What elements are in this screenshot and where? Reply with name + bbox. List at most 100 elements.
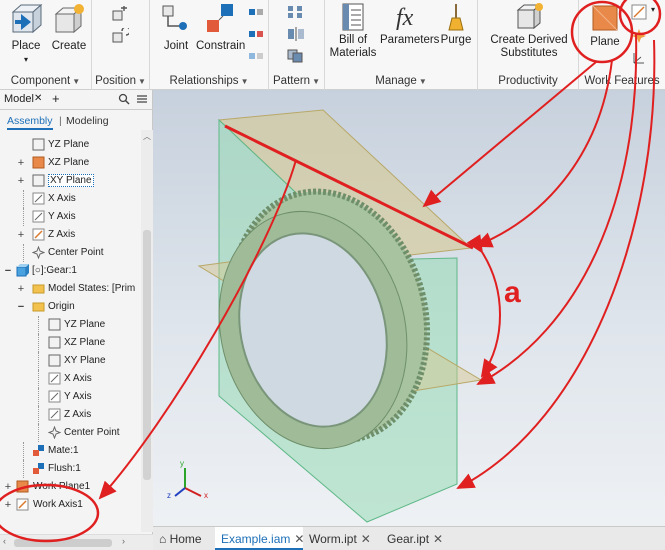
move-component-icon[interactable] xyxy=(111,6,129,25)
tree-row[interactable]: Z Axis xyxy=(0,406,140,424)
purge-label: Purge xyxy=(440,34,472,46)
hide-all-icon[interactable] xyxy=(248,49,264,66)
tree-expander[interactable]: − xyxy=(16,301,26,313)
plane-button[interactable]: Plane xyxy=(583,2,627,49)
tab-worm-ipt[interactable]: Worm.ipt ✕ xyxy=(307,527,383,550)
tree-row[interactable]: Flush:1 xyxy=(0,460,140,478)
tree-guide xyxy=(38,334,39,352)
mirror-icon[interactable] xyxy=(287,27,305,44)
place-icon xyxy=(11,3,43,34)
panel-title-manage[interactable]: Manage ▼ xyxy=(325,75,477,87)
panel-title-productivity[interactable]: Productivity xyxy=(478,75,578,87)
scroll-right-icon[interactable]: › xyxy=(122,536,125,546)
tree-row[interactable]: XY Plane xyxy=(0,352,140,370)
tree-row[interactable]: + Work Plane1 xyxy=(0,478,140,496)
svg-text:fx: fx xyxy=(396,5,414,31)
create-derived-substitutes-button[interactable]: Create Derived Substitutes xyxy=(482,2,576,60)
work-point-icon[interactable] xyxy=(631,28,647,47)
tree-row[interactable]: X Axis xyxy=(0,370,140,388)
bill-of-materials-button[interactable]: Bill of Materials xyxy=(329,2,377,60)
tree-row[interactable]: + XY Plane xyxy=(0,172,140,190)
work-plane-icon xyxy=(16,480,29,493)
plane-icon xyxy=(48,354,61,367)
folder-icon xyxy=(32,282,45,295)
scroll-thumb[interactable] xyxy=(143,230,151,480)
tab-assembly[interactable]: Assembly xyxy=(7,115,53,130)
tree-expander[interactable]: − xyxy=(3,265,13,277)
tab-model[interactable]: Model xyxy=(4,93,34,105)
panel-title-work-features[interactable]: Work Features xyxy=(579,75,665,87)
tree-expander[interactable]: + xyxy=(16,157,26,169)
tab-modeling[interactable]: Modeling xyxy=(66,115,109,127)
tree-row[interactable]: YZ Plane xyxy=(0,136,140,154)
close-icon[interactable]: ✕ xyxy=(294,532,304,546)
scroll-up-icon[interactable]: ︿ xyxy=(143,131,151,142)
close-icon[interactable]: ✕ xyxy=(361,532,371,546)
chevron-down-icon[interactable]: ▾ xyxy=(651,5,655,14)
tab-example-iam[interactable]: Example.iam ✕ xyxy=(215,527,304,550)
tree-row[interactable]: Y Axis xyxy=(0,208,140,226)
scroll-thumb[interactable] xyxy=(14,539,112,547)
ucs-icon[interactable] xyxy=(631,50,647,69)
axis-icon xyxy=(32,210,45,223)
tree-row[interactable]: + Model States: [Prim xyxy=(0,280,140,298)
tree-row[interactable]: Center Point xyxy=(0,424,140,442)
constraint-icon xyxy=(32,444,45,457)
copy-icon[interactable] xyxy=(287,49,305,66)
panel-title-pattern[interactable]: Pattern ▼ xyxy=(269,75,324,87)
pattern-icon[interactable] xyxy=(287,5,305,22)
add-tab-icon[interactable]: + xyxy=(52,91,60,106)
scroll-left-icon[interactable]: ‹ xyxy=(3,536,6,546)
tree-row[interactable]: Mate:1 xyxy=(0,442,140,460)
work-axis-icon[interactable] xyxy=(631,4,649,23)
tree-row-label: XY Plane xyxy=(48,174,94,187)
close-icon[interactable]: ✕ xyxy=(433,532,443,546)
tree-row-label: Work Plane1 xyxy=(33,481,91,492)
panel-title-relationships[interactable]: Relationships ▼ xyxy=(150,75,268,87)
cds-label-line2: Substitutes xyxy=(500,47,558,59)
tree-expander[interactable]: + xyxy=(16,283,26,295)
parameters-button[interactable]: fx Parameters xyxy=(380,2,439,47)
create-button[interactable]: Create xyxy=(50,2,88,53)
close-icon[interactable]: ✕ xyxy=(34,93,42,104)
tree-expander[interactable]: + xyxy=(16,229,26,241)
show-constraints-icon[interactable] xyxy=(248,5,264,22)
tree-row[interactable]: + Work Axis1 xyxy=(0,496,140,514)
constrain-label: Constrain xyxy=(196,40,246,52)
tree-row[interactable]: − [○]:Gear:1 xyxy=(0,262,140,280)
tab-gear-ipt[interactable]: Gear.ipt ✕ xyxy=(385,527,461,550)
tree-row[interactable]: Center Point xyxy=(0,244,140,262)
tree-guide xyxy=(38,316,39,334)
rotate-component-icon[interactable] xyxy=(111,26,131,47)
purge-button[interactable]: Purge xyxy=(439,2,473,47)
tree-row-label: XY Plane xyxy=(64,355,106,366)
panel-component: Place ▾ Create Component ▼ xyxy=(0,0,92,90)
search-icon[interactable] xyxy=(118,93,130,108)
bill-of-materials-icon xyxy=(342,3,364,31)
constrain-button[interactable]: Constrain xyxy=(196,2,246,53)
tree-row[interactable]: + Z Axis xyxy=(0,226,140,244)
tree-expander[interactable]: + xyxy=(3,481,13,493)
tree-row[interactable]: YZ Plane xyxy=(0,316,140,334)
tree-row[interactable]: Y Axis xyxy=(0,388,140,406)
graphics-viewport[interactable]: y x z xyxy=(153,90,665,526)
place-button[interactable]: Place ▾ xyxy=(4,2,48,66)
tree-row-label: Work Axis1 xyxy=(33,499,83,510)
panel-title-component[interactable]: Component ▼ xyxy=(0,75,91,87)
tab-label: Example.iam xyxy=(221,532,291,546)
tree-row[interactable]: X Axis xyxy=(0,190,140,208)
tree-row[interactable]: + XZ Plane xyxy=(0,154,140,172)
joint-button[interactable]: Joint xyxy=(156,2,196,53)
tree-horizontal-scrollbar[interactable]: ‹ › xyxy=(0,534,153,550)
tree-row[interactable]: XZ Plane xyxy=(0,334,140,352)
panel-title-position[interactable]: Position ▼ xyxy=(92,75,149,87)
svg-text:z: z xyxy=(167,491,171,500)
document-tab-bar: ⌂ Home Example.iam ✕ Worm.ipt ✕ Gear.ipt ✕ xyxy=(153,526,665,550)
tree-expander[interactable]: + xyxy=(16,175,26,187)
tree-row[interactable]: − Origin xyxy=(0,298,140,316)
tree-vertical-scrollbar[interactable]: ︿ xyxy=(141,130,153,532)
tab-home[interactable]: ⌂ Home xyxy=(155,527,213,550)
show-sick-icon[interactable] xyxy=(248,27,264,44)
menu-icon[interactable] xyxy=(136,93,148,108)
tree-expander[interactable]: + xyxy=(3,499,13,511)
